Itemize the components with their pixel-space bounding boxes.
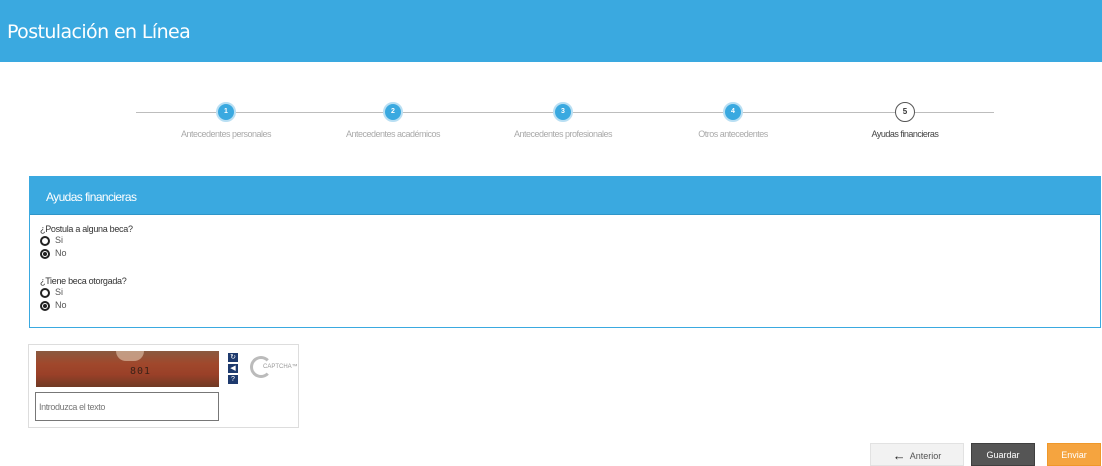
arrow-left-icon: ← <box>892 448 906 463</box>
step-4[interactable]: 4 Otros antecedentes <box>648 96 818 139</box>
radio-q1-si[interactable] <box>40 236 50 246</box>
captcha-image: 801 <box>36 351 219 387</box>
help-icon[interactable]: ? <box>228 375 238 384</box>
step-5[interactable]: 5 Ayudas financieras <box>820 96 990 139</box>
progress-stepper: 1 Antecedentes personales 2 Antecedentes… <box>0 96 1102 156</box>
refresh-icon[interactable]: ↻ <box>228 353 238 362</box>
question-scholarship-awarded: ¿Tiene beca otorgada? <box>40 276 127 286</box>
audio-icon[interactable]: ◀ <box>228 364 238 373</box>
option-q1-no-label: No <box>55 248 67 258</box>
app-header: Postulación en Línea <box>0 0 1102 62</box>
submit-button[interactable]: Enviar <box>1047 443 1101 466</box>
captcha-widget: 801 ↻ ◀ ? CAPTCHA™ <box>28 344 299 428</box>
app-title: Postulación en Línea <box>7 21 191 43</box>
previous-button[interactable]: ← Anterior <box>870 443 964 466</box>
step-2[interactable]: 2 Antecedentes académicos <box>308 96 478 139</box>
step-3-circle: 3 <box>553 102 573 122</box>
step-4-label: Otros antecedentes <box>698 129 768 139</box>
option-q1-si-label: Si <box>55 235 64 245</box>
step-1-label: Antecedentes personales <box>180 129 272 139</box>
step-3-label: Antecedentes profesionales <box>513 129 613 139</box>
captcha-brand: CAPTCHA™ <box>263 364 298 370</box>
step-5-label: Ayudas financieras <box>871 129 939 139</box>
option-q2-no-label: No <box>55 300 67 310</box>
radio-q1-no[interactable] <box>40 249 50 259</box>
step-1-circle: 1 <box>216 102 236 122</box>
captcha-image-text: 801 <box>130 366 152 377</box>
panel-title: Ayudas financieras <box>46 190 137 204</box>
step-1[interactable]: 1 Antecedentes personales <box>141 96 311 139</box>
captcha-input[interactable] <box>35 392 219 421</box>
financial-aid-panel: Ayudas financieras ¿Postula a alguna bec… <box>29 176 1101 328</box>
step-5-circle: 5 <box>895 102 915 122</box>
captcha-image-detail <box>116 351 144 361</box>
step-4-circle: 4 <box>723 102 743 122</box>
radio-q2-no[interactable] <box>40 301 50 311</box>
question-scholarship-application: ¿Postula a alguna beca? <box>40 224 133 234</box>
step-2-circle: 2 <box>383 102 403 122</box>
step-2-label: Antecedentes académicos <box>345 129 441 139</box>
radio-q2-si[interactable] <box>40 288 50 298</box>
save-button[interactable]: Guardar <box>971 443 1035 466</box>
step-3[interactable]: 3 Antecedentes profesionales <box>478 96 648 139</box>
previous-button-label: Anterior <box>909 451 942 461</box>
option-q2-si-label: Si <box>55 287 64 297</box>
panel-header: Ayudas financieras <box>30 177 1100 215</box>
